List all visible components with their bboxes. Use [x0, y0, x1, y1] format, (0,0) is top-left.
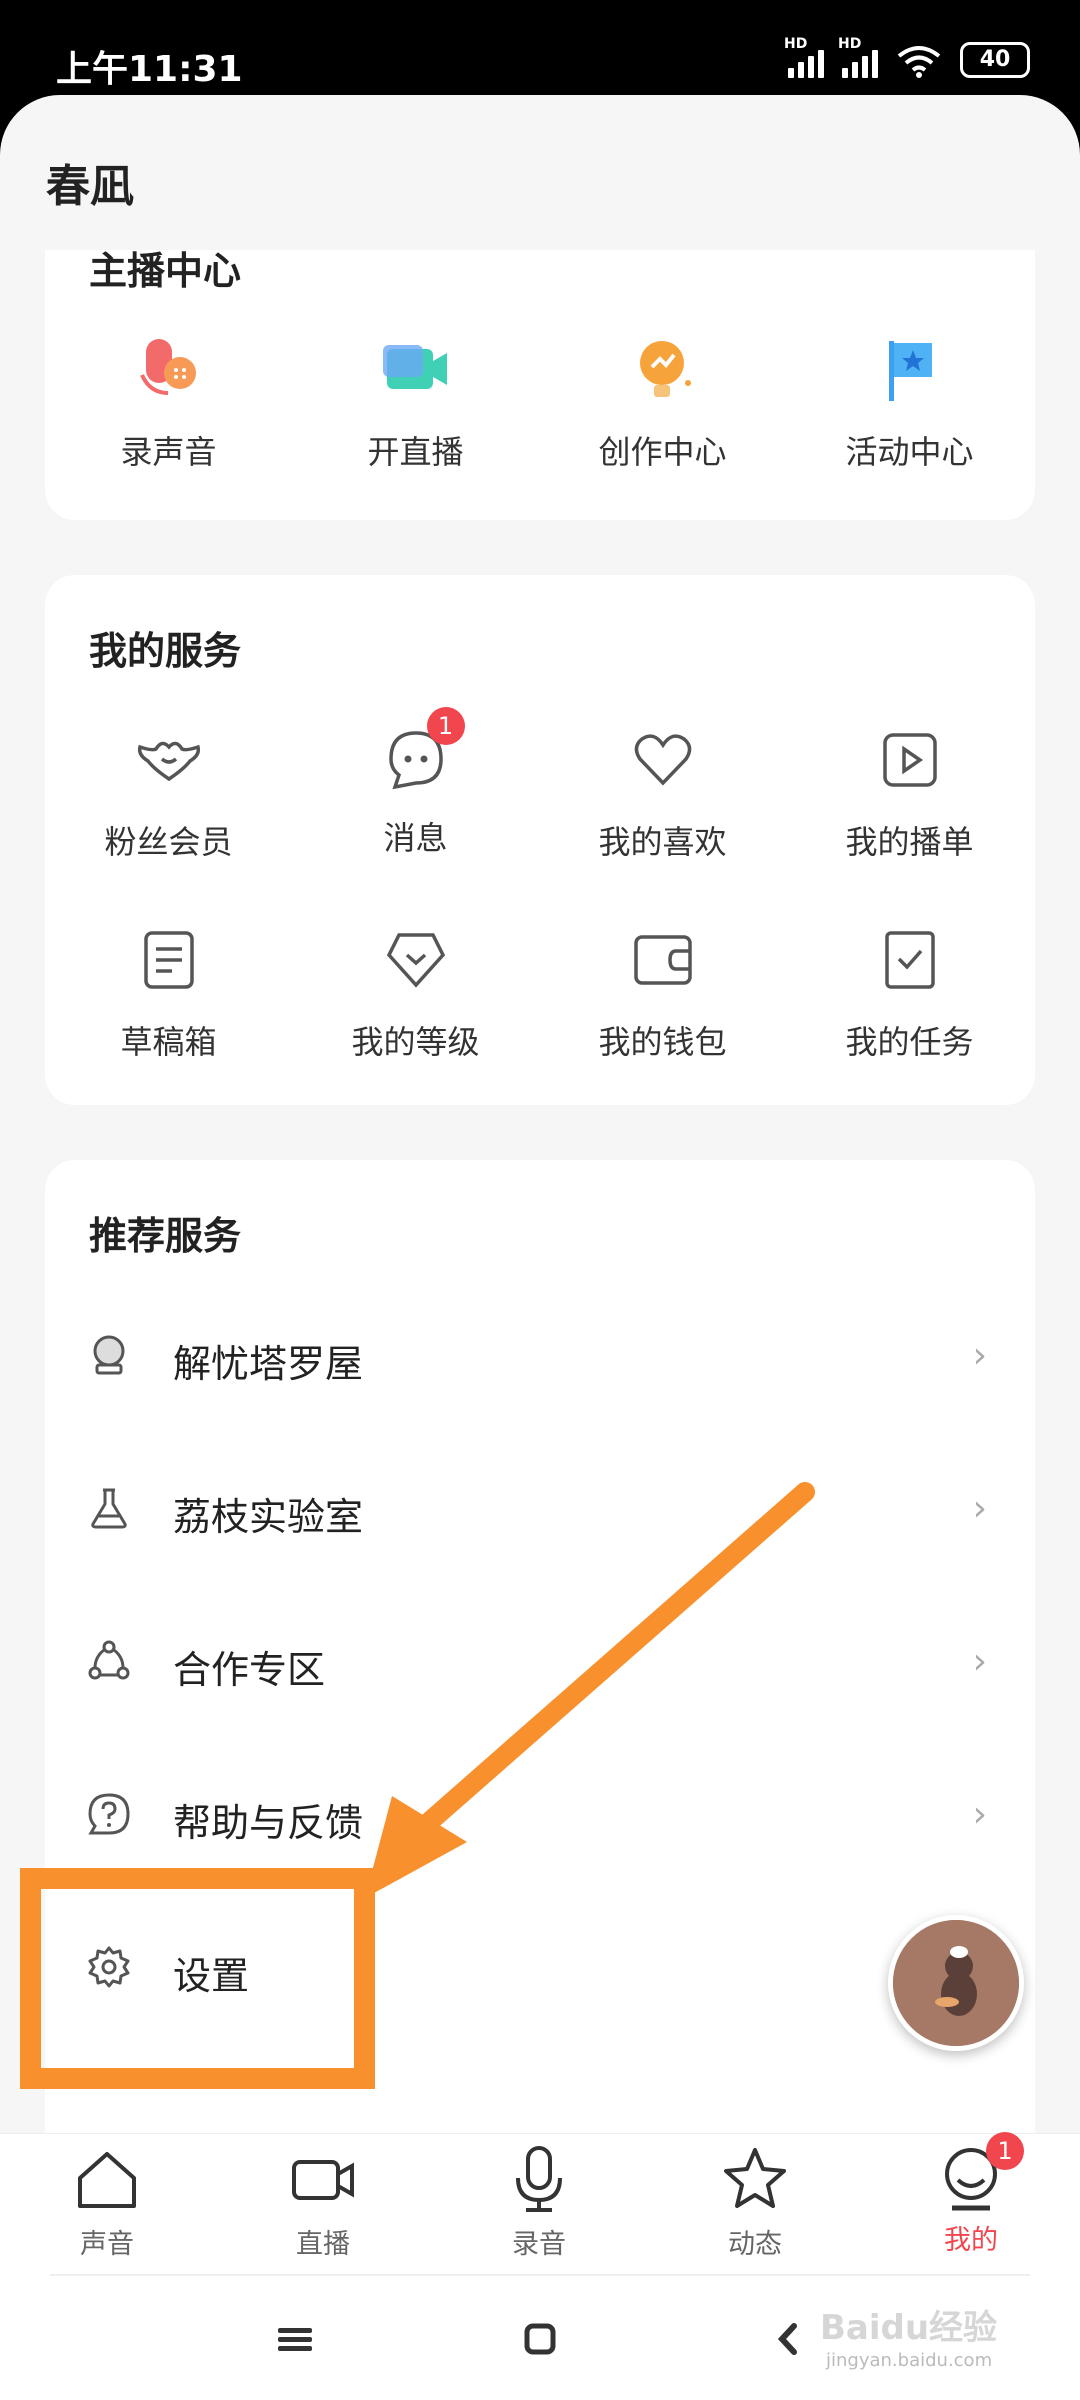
record-voice-icon [139, 339, 196, 395]
grid-item-label: 粉丝会员 [104, 823, 233, 861]
tab-me[interactable]: 1 我的 [901, 2132, 1041, 2257]
activity-center-icon [888, 341, 932, 401]
status-icons: HD HD 40 [784, 36, 1030, 78]
list-item-label: 荔枝实验室 [173, 1495, 364, 1539]
tab-label: 直播 [296, 2229, 350, 2260]
page-title: 春凪 [46, 161, 134, 212]
my-services-card: 我的服务 粉丝会员 1 消息 我的喜欢 我的播单 草稿箱 我的等级 我的钱包 我… [45, 575, 1035, 1105]
list-item-label: 帮助与反馈 [173, 1801, 364, 1845]
grid-item-creator-center[interactable]: 创作中心 [539, 335, 786, 473]
chevron-right-icon: › [972, 1641, 987, 1682]
chevron-right-icon: › [972, 1794, 987, 1835]
annotation-highlight-box [20, 1868, 375, 2089]
signal-hd-label: HD [784, 36, 808, 52]
status-bar: 上午11:31 HD HD 40 [0, 0, 1080, 110]
wifi-icon [897, 46, 941, 78]
tab-sound[interactable]: 声音 [37, 2144, 177, 2261]
signal-icon: HD [784, 36, 824, 78]
grid-item-activity-center[interactable]: 活动中心 [786, 335, 1033, 473]
drafts-icon [143, 931, 194, 989]
grid-item-label: 创作中心 [598, 433, 727, 471]
list-item-lab[interactable]: 荔枝实验室 › [45, 1438, 1035, 1588]
chevron-right-icon: › [972, 1335, 987, 1376]
divider [50, 2274, 1030, 2276]
watermark-logo: Baidu经验 [820, 2308, 998, 2348]
grid-item-label: 我的等级 [351, 1023, 480, 1061]
signal-icon: HD [838, 36, 878, 78]
watermark-url: jingyan.baidu.com [826, 2350, 993, 2371]
list-item-cooperation[interactable]: 合作专区 › [45, 1591, 1035, 1741]
list-item-tarot[interactable]: 解忧塔罗屋 › [45, 1285, 1035, 1435]
battery-icon: 40 [960, 42, 1030, 78]
tab-live[interactable]: 直播 [253, 2144, 393, 2261]
anchor-center-card: 主播中心 录声音 开直播 创作中心 活动中心 [45, 250, 1035, 520]
grid-item-my-likes[interactable]: 我的喜欢 [539, 725, 786, 863]
grid-item-label: 我的任务 [845, 1023, 974, 1061]
tab-record[interactable]: 录音 [469, 2144, 609, 2261]
home-nav-icon[interactable] [510, 2314, 570, 2364]
creator-center-icon [639, 341, 691, 397]
grid-item-label: 我的钱包 [598, 1023, 727, 1061]
card-title: 我的服务 [89, 629, 242, 673]
playlist-icon [882, 733, 937, 787]
list-item-label: 解忧塔罗屋 [173, 1342, 364, 1386]
card-title: 主播中心 [89, 250, 242, 293]
home-icon [78, 2152, 136, 2208]
bear-chef-avatar-icon [893, 1920, 1019, 2046]
fan-member-icon [137, 741, 200, 782]
tab-label: 声音 [80, 2229, 134, 2260]
menu-icon[interactable] [266, 2314, 326, 2364]
grid-item-label: 活动中心 [845, 433, 974, 471]
grid-item-my-tasks[interactable]: 我的任务 [786, 925, 1033, 1063]
list-item-label: 合作专区 [173, 1648, 326, 1692]
tasks-icon [884, 931, 935, 989]
message-badge: 1 [426, 707, 465, 745]
heart-icon [634, 734, 691, 786]
cooperation-icon [88, 1640, 130, 1680]
tab-label: 我的 [944, 2225, 998, 2256]
grid-item-my-playlist[interactable]: 我的播单 [786, 725, 1033, 863]
back-icon[interactable] [758, 2314, 818, 2364]
grid-item-label: 消息 [383, 819, 448, 857]
grid-item-record-voice[interactable]: 录声音 [45, 335, 292, 473]
status-time: 上午11:31 [56, 49, 243, 90]
help-icon [88, 1793, 130, 1835]
grid-item-my-level[interactable]: 我的等级 [292, 925, 539, 1063]
tab-label: 动态 [728, 2229, 782, 2260]
grid-item-label: 开直播 [367, 433, 464, 471]
tab-me-badge: 1 [986, 2132, 1024, 2170]
star-icon [724, 2148, 786, 2208]
grid-item-go-live[interactable]: 开直播 [292, 335, 539, 473]
crystal-ball-icon [93, 1335, 125, 1375]
flask-icon [91, 1488, 127, 1529]
bottom-tab-bar: 声音 直播 录音 动态 1 我的 [0, 2132, 1080, 2274]
level-icon [386, 933, 445, 988]
grid-item-drafts[interactable]: 草稿箱 [45, 925, 292, 1063]
tab-feed[interactable]: 动态 [685, 2144, 825, 2261]
signal-hd-label: HD [838, 36, 862, 52]
grid-item-label: 我的喜欢 [598, 823, 727, 861]
floating-avatar-button[interactable] [888, 1915, 1024, 2051]
chevron-right-icon: › [972, 1488, 987, 1529]
go-live-icon [382, 345, 447, 389]
grid-item-message[interactable]: 1 消息 [292, 707, 539, 859]
wallet-icon [633, 935, 692, 985]
grid-item-label: 我的播单 [845, 823, 974, 861]
grid-item-label: 草稿箱 [120, 1023, 217, 1061]
grid-item-my-wallet[interactable]: 我的钱包 [539, 925, 786, 1063]
grid-item-fan-member[interactable]: 粉丝会员 [45, 725, 292, 863]
tab-label: 录音 [512, 2229, 566, 2260]
video-icon [292, 2160, 354, 2200]
card-title: 推荐服务 [89, 1214, 242, 1258]
microphone-icon [516, 2146, 562, 2212]
grid-item-label: 录声音 [120, 433, 217, 471]
